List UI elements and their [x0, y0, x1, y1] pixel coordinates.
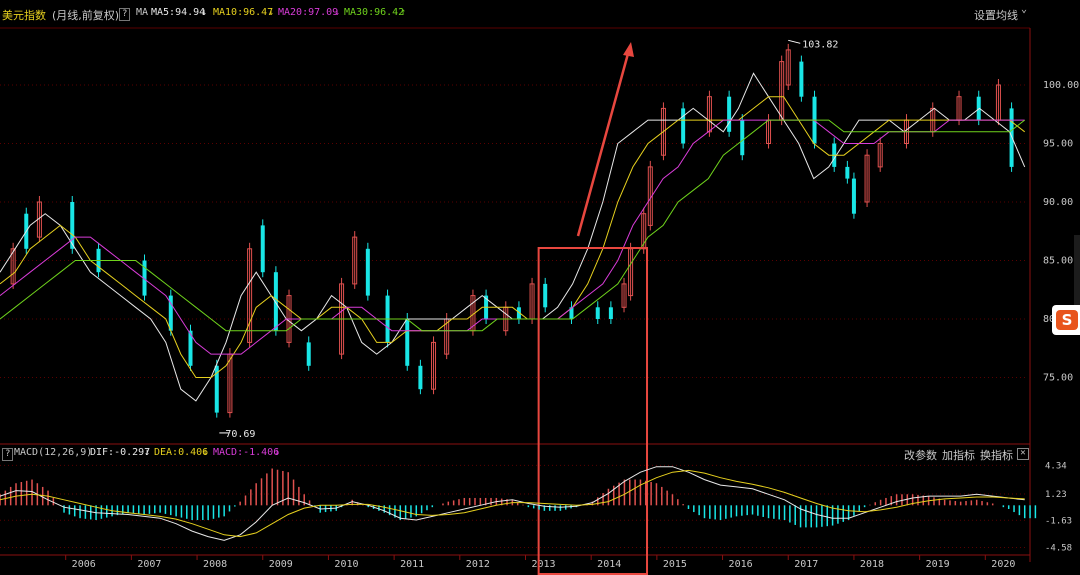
- high-marker: [788, 39, 801, 44]
- macd-tick-label: -1.63: [1045, 516, 1072, 526]
- candle-down: [845, 166, 850, 179]
- macd-tick-label: -4.58: [1045, 543, 1072, 553]
- time-tick-label: 2012: [466, 559, 490, 570]
- time-tick-label: 2017: [794, 559, 818, 570]
- time-axis: 2006 2007 2008 2009 2010 2011 2012 2013 2014 2015…: [65, 555, 1015, 570]
- candle-down: [740, 120, 745, 156]
- time-tick-label: 2020: [991, 559, 1015, 570]
- time-tick-label: 2006: [72, 559, 96, 570]
- trend-arrow-shaft: [576, 49, 631, 237]
- candle-down: [405, 319, 410, 366]
- ma-line-ma30: [0, 119, 1026, 332]
- price-tick-label: 75.00: [1043, 373, 1073, 384]
- price-tick-label: 100.00: [1043, 80, 1079, 91]
- candle-down: [543, 283, 548, 308]
- candle-down: [799, 61, 804, 97]
- time-tick-label: 2016: [729, 559, 753, 570]
- candle-down: [727, 96, 732, 132]
- scrollbar[interactable]: [1074, 235, 1080, 305]
- time-tick-label: 2007: [137, 559, 161, 570]
- kline-chart: 75.0080.85.0090.0095.00100.004.341.23-1.…: [0, 27, 1079, 575]
- time-tick-label: 2009: [269, 559, 293, 570]
- sogou-logo: S: [1052, 305, 1080, 335]
- high-annotation: 103.82: [802, 39, 838, 50]
- time-tick-label: 2013: [531, 559, 555, 570]
- price-tick-label: 90.00: [1043, 197, 1073, 208]
- candle-down: [608, 307, 613, 319]
- candle-down: [681, 108, 686, 144]
- ma-line-ma5: [0, 72, 1026, 402]
- price-tick-label: 85.00: [1043, 256, 1073, 267]
- time-tick-label: 2018: [860, 559, 884, 570]
- candle-down: [260, 225, 265, 273]
- time-tick-label: 2011: [400, 559, 424, 570]
- candle-down: [306, 342, 311, 366]
- trend-arrow-head: [623, 42, 634, 57]
- ma-line-ma10: [0, 96, 1026, 378]
- candles: [10, 43, 1014, 418]
- time-tick-label: 2019: [926, 559, 950, 570]
- candle-down: [595, 307, 600, 319]
- candle-down: [365, 248, 370, 296]
- low-annotation: 70.69: [225, 429, 255, 440]
- macd-tick-label: 1.23: [1045, 490, 1067, 500]
- time-tick-label: 2010: [334, 559, 358, 570]
- candle-down: [418, 365, 423, 390]
- price-tick-label: 95.00: [1043, 139, 1073, 150]
- logo-mark: S: [1056, 310, 1078, 330]
- time-tick-label: 2015: [663, 559, 687, 570]
- candle-down: [851, 178, 856, 214]
- time-tick-label: 2008: [203, 559, 227, 570]
- macd-tick-label: 4.34: [1045, 461, 1067, 471]
- macd-histogram: [0, 468, 1037, 528]
- time-tick-label: 2014: [597, 559, 621, 570]
